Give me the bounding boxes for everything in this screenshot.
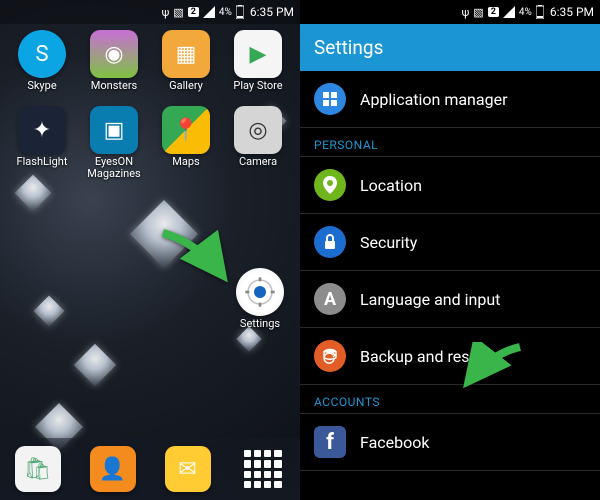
app-eyeson[interactable]: ▣ EyesON Magazines (78, 106, 150, 180)
app-label: Settings (240, 318, 280, 342)
settings-screen: ψ ▧ 2 4% 6:35 PM Settings Application ma… (300, 0, 600, 500)
row-location[interactable]: Location (300, 157, 600, 214)
app-label: Gallery (169, 80, 203, 104)
skype-icon: S (18, 30, 66, 78)
wallpaper-diamond (15, 175, 52, 212)
annotation-arrow (158, 228, 238, 292)
camera-icon: ◎ (234, 106, 282, 154)
section-personal: PERSONAL (300, 128, 600, 157)
app-label: Monsters (91, 80, 137, 104)
maps-icon: 📍 (162, 106, 210, 154)
battery-icon (536, 5, 544, 19)
dock: 🛍 👤 ✉ (0, 438, 300, 500)
monsters-icon: ◉ (90, 30, 138, 78)
row-application-manager[interactable]: Application manager (300, 71, 600, 128)
app-grid: S Skype ◉ Monsters ▦ Gallery ▶ Play Stor… (0, 30, 300, 180)
row-security[interactable]: Security (300, 214, 600, 271)
vibrate-icon: ▧ (473, 6, 483, 19)
status-bar: ψ ▧ 2 4% 6:35 PM (300, 0, 600, 24)
row-label: Application manager (360, 90, 507, 109)
gallery-icon: ▦ (162, 30, 210, 78)
app-label: Camera (239, 156, 277, 180)
clock: 6:35 PM (250, 5, 294, 19)
wallpaper-diamond (74, 344, 116, 386)
signal-icon (503, 6, 515, 18)
messaging-icon[interactable]: ✉ (165, 446, 211, 492)
usb-icon: ψ (162, 6, 170, 19)
app-maps[interactable]: 📍 Maps (150, 106, 222, 180)
row-facebook[interactable]: f Facebook (300, 414, 600, 471)
backup-icon (314, 340, 346, 372)
app-label: Maps (172, 156, 199, 180)
signal-icon (203, 6, 215, 18)
app-gallery[interactable]: ▦ Gallery (150, 30, 222, 104)
app-label: EyesON Magazines (78, 156, 150, 180)
app-label: FlashLight (17, 156, 68, 180)
letter-a-icon: A (314, 283, 346, 315)
row-label: Facebook (360, 433, 429, 452)
row-language-input[interactable]: A Language and input (300, 271, 600, 328)
store-icon[interactable]: 🛍 (15, 446, 61, 492)
app-flashlight[interactable]: ✦ FlashLight (6, 106, 78, 180)
app-label: Play Store (233, 80, 282, 104)
status-bar: ψ ▧ 2 4% 6:35 PM (0, 0, 300, 24)
vibrate-icon: ▧ (173, 6, 183, 19)
row-label: Language and input (360, 290, 500, 309)
facebook-icon: f (314, 426, 346, 458)
app-play-store[interactable]: ▶ Play Store (222, 30, 294, 104)
location-pin-icon (314, 169, 346, 201)
page-title: Settings (300, 24, 600, 71)
lock-icon (314, 226, 346, 258)
apps-drawer-icon[interactable] (240, 446, 286, 492)
row-label: Location (360, 176, 422, 195)
flashlight-icon: ✦ (18, 106, 66, 154)
settings-list[interactable]: Application manager PERSONAL Location Se… (300, 71, 600, 471)
contacts-icon[interactable]: 👤 (90, 446, 136, 492)
apps-grid-icon (314, 83, 346, 115)
annotation-arrow (460, 342, 530, 396)
sim-indicator: 2 (188, 7, 199, 17)
sim-indicator: 2 (488, 7, 499, 17)
battery-percent: 4% (219, 7, 232, 18)
app-label: Skype (27, 80, 56, 104)
settings-icon (236, 268, 284, 316)
app-skype[interactable]: S Skype (6, 30, 78, 104)
home-screen: ψ ▧ 2 4% 6:35 PM S Skype ◉ Monsters ▦ Ga… (0, 0, 300, 500)
app-camera[interactable]: ◎ Camera (222, 106, 294, 180)
usb-icon: ψ (462, 6, 470, 19)
battery-percent: 4% (519, 7, 532, 18)
battery-icon (236, 5, 244, 19)
wallpaper-diamond (33, 295, 64, 326)
row-label: Security (360, 233, 417, 252)
magazines-icon: ▣ (90, 106, 138, 154)
clock: 6:35 PM (550, 5, 594, 19)
row-backup-reset[interactable]: Backup and reset (300, 328, 600, 385)
section-accounts: ACCOUNTS (300, 385, 600, 414)
app-monsters[interactable]: ◉ Monsters (78, 30, 150, 104)
play-store-icon: ▶ (234, 30, 282, 78)
